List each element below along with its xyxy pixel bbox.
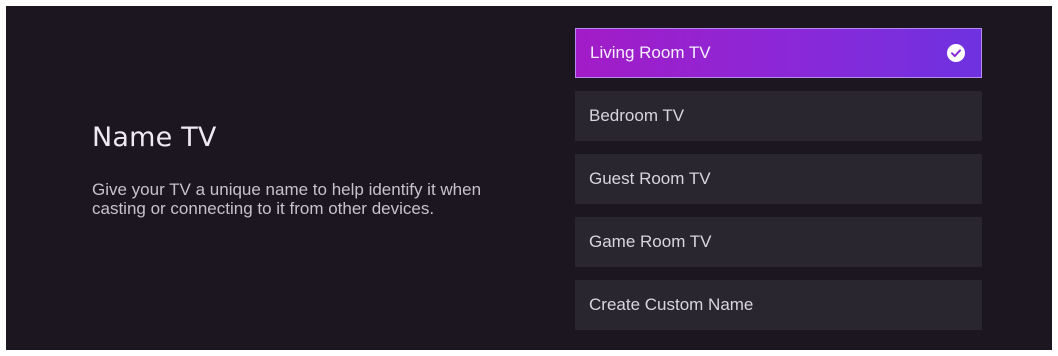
info-panel: Name TV Give your TV a unique name to he… [92, 118, 512, 218]
option-create-custom-name[interactable]: Create Custom Name [575, 280, 982, 330]
option-living-room-tv[interactable]: Living Room TV [575, 28, 982, 78]
option-bedroom-tv[interactable]: Bedroom TV [575, 91, 982, 141]
option-label: Living Room TV [590, 43, 711, 62]
name-options-list: Living Room TV Bedroom TV Guest Room TV … [575, 28, 982, 343]
option-game-room-tv[interactable]: Game Room TV [575, 217, 982, 267]
name-tv-screen: Name TV Give your TV a unique name to he… [6, 6, 1052, 350]
option-label: Create Custom Name [589, 295, 754, 314]
option-label: Guest Room TV [589, 169, 711, 188]
option-guest-room-tv[interactable]: Guest Room TV [575, 154, 982, 204]
page-description: Give your TV a unique name to help ident… [92, 180, 482, 218]
option-label: Game Room TV [589, 232, 712, 251]
check-circle-icon [947, 44, 965, 62]
page-title: Name TV [92, 122, 217, 153]
option-label: Bedroom TV [589, 106, 685, 125]
